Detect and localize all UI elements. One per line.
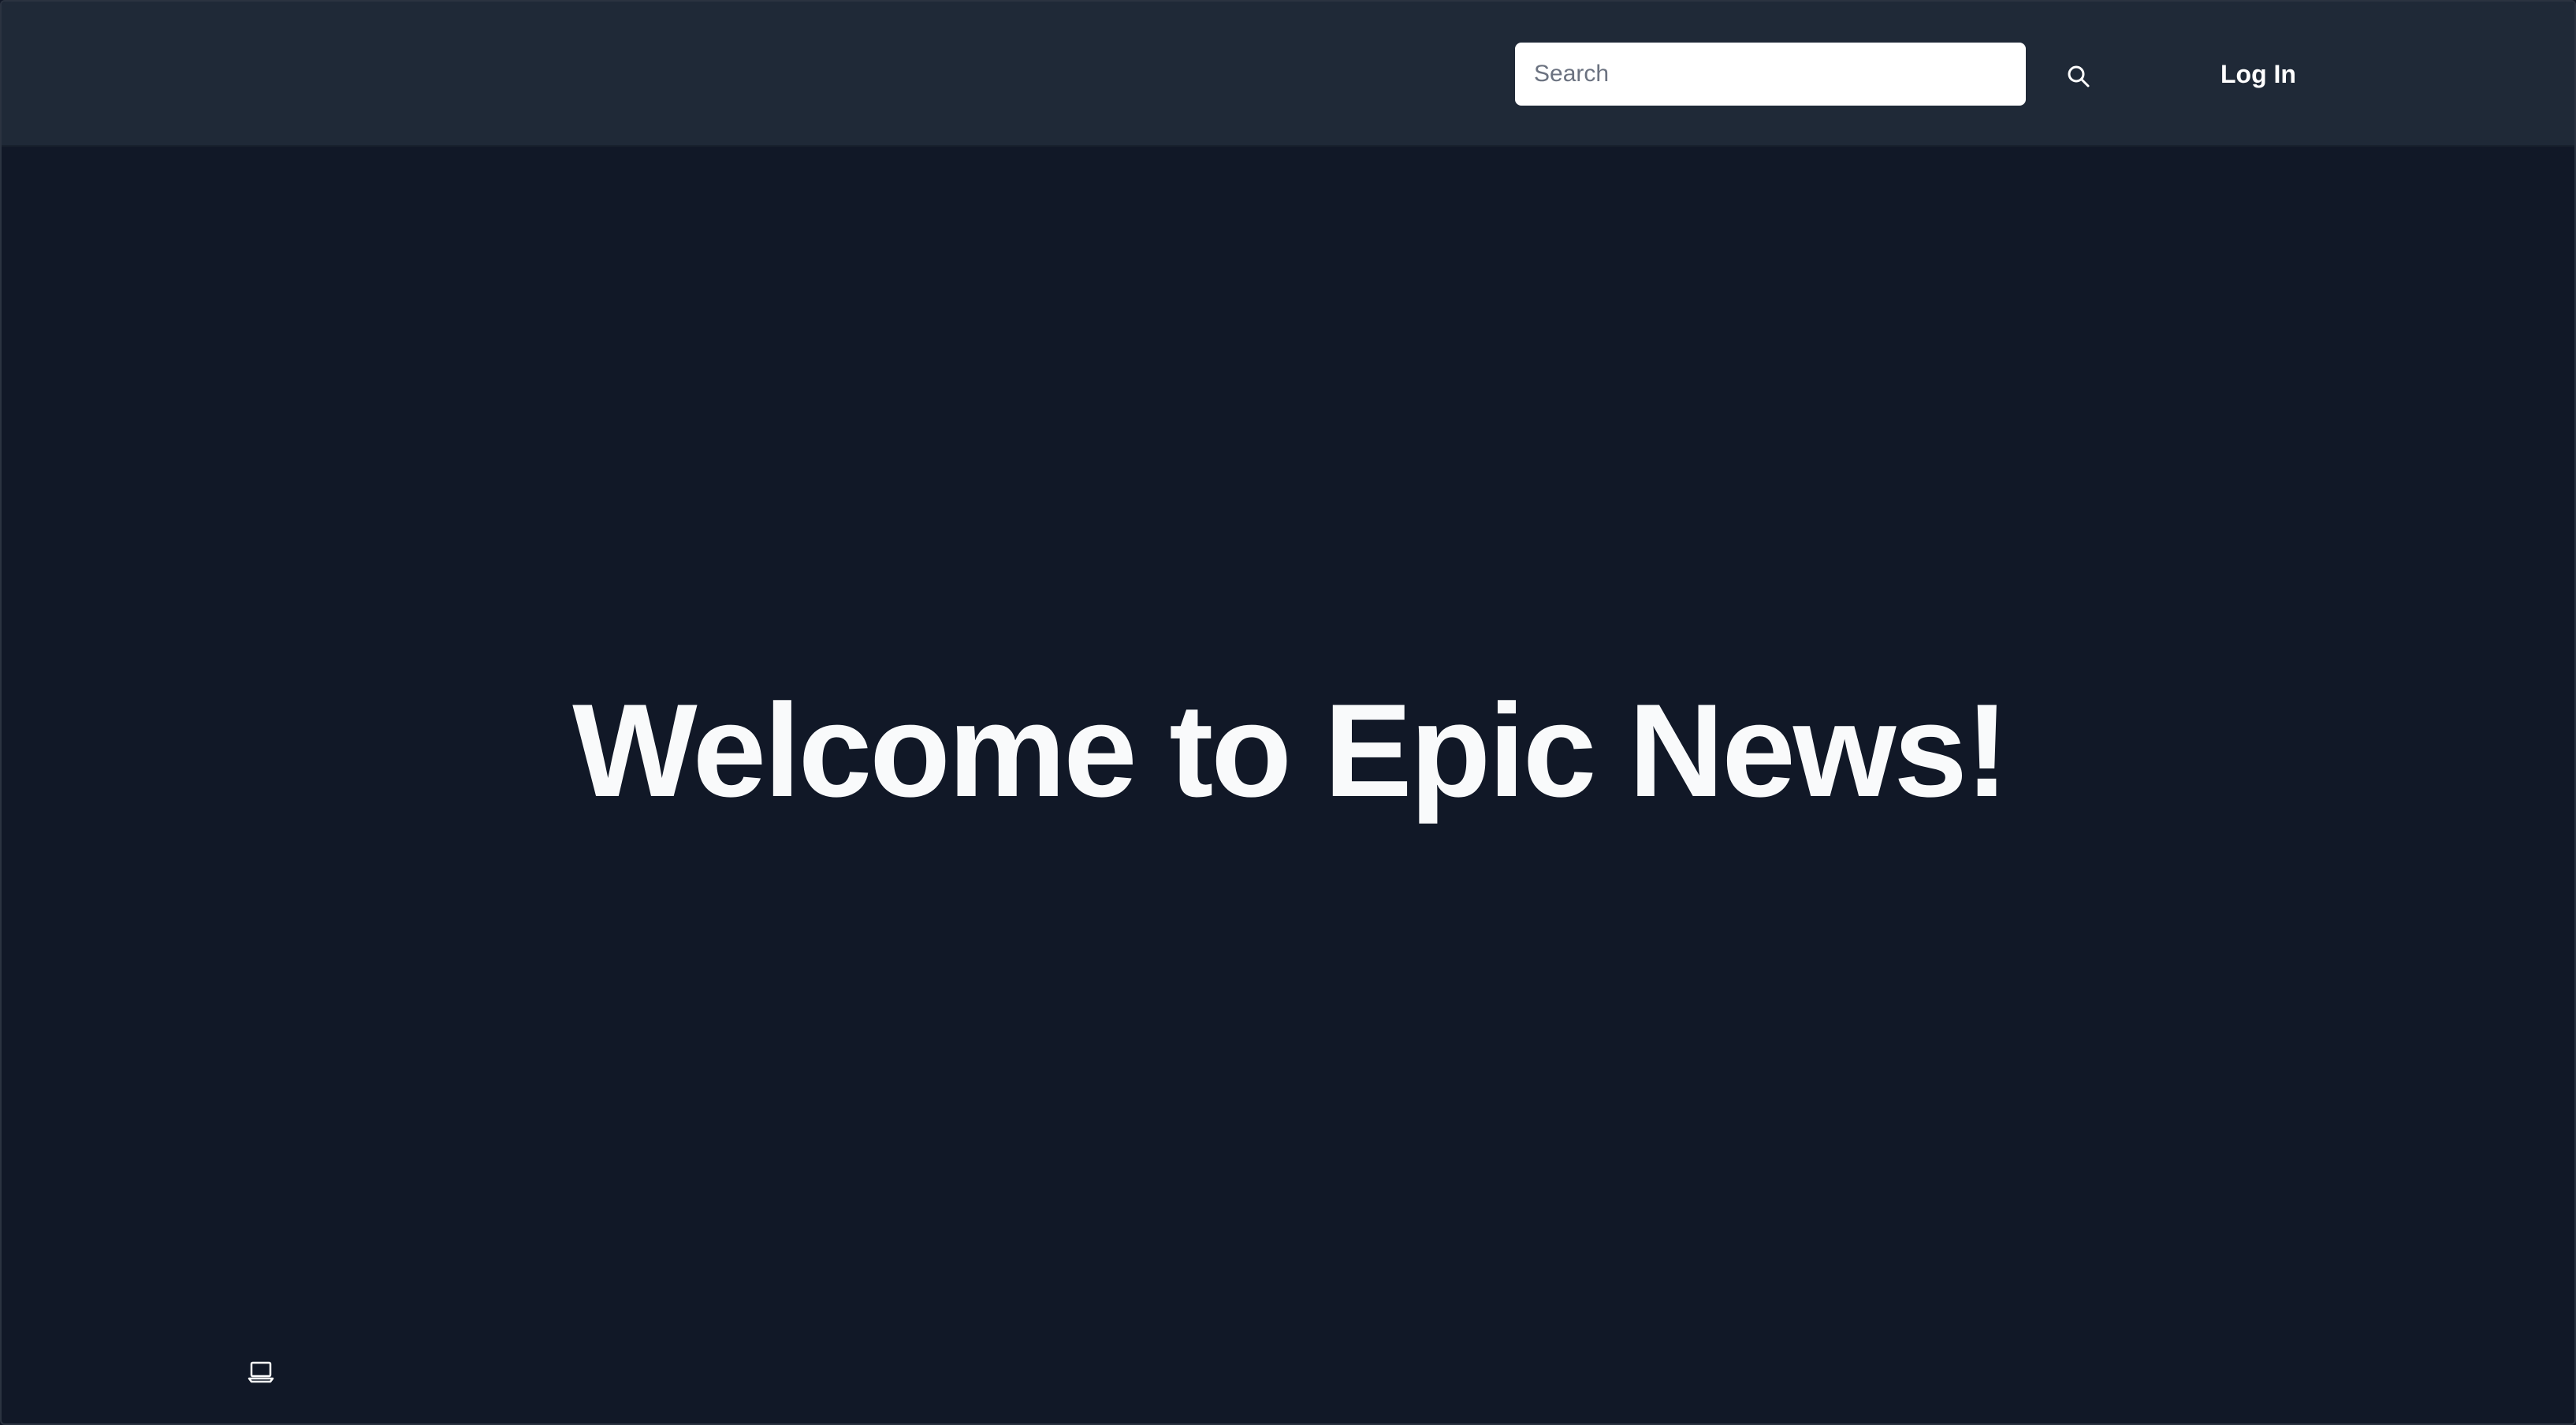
search-input[interactable] xyxy=(1515,43,2026,106)
laptop-icon xyxy=(248,1361,274,1383)
search-button[interactable] xyxy=(2059,57,2098,96)
top-navigation-bar: Log In xyxy=(2,2,2574,147)
theme-toggle-button[interactable] xyxy=(245,1356,277,1387)
login-link[interactable]: Log In xyxy=(2220,55,2296,93)
app-window: Log In Welcome to Epic News! xyxy=(0,0,2576,1425)
page-title: Welcome to Epic News! xyxy=(572,676,2009,824)
search-icon xyxy=(2068,65,2090,87)
